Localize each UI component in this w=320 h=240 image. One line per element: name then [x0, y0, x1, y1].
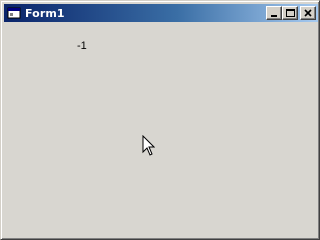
form1-window: Form1 -1	[0, 0, 320, 240]
form-client-area[interactable]: -1	[4, 23, 318, 238]
window-controls	[266, 6, 316, 20]
minimize-button[interactable]	[266, 6, 282, 20]
mouse-pointer-icon	[142, 135, 155, 156]
maximize-button[interactable]	[282, 6, 298, 20]
value-label: -1	[77, 40, 87, 52]
form-window-icon[interactable]	[6, 6, 22, 20]
title-bar[interactable]: Form1	[4, 4, 318, 22]
close-button[interactable]	[300, 6, 316, 20]
maximize-icon	[286, 9, 295, 17]
window-title: Form1	[25, 6, 65, 20]
minimize-icon	[271, 15, 277, 17]
close-icon	[304, 9, 312, 17]
